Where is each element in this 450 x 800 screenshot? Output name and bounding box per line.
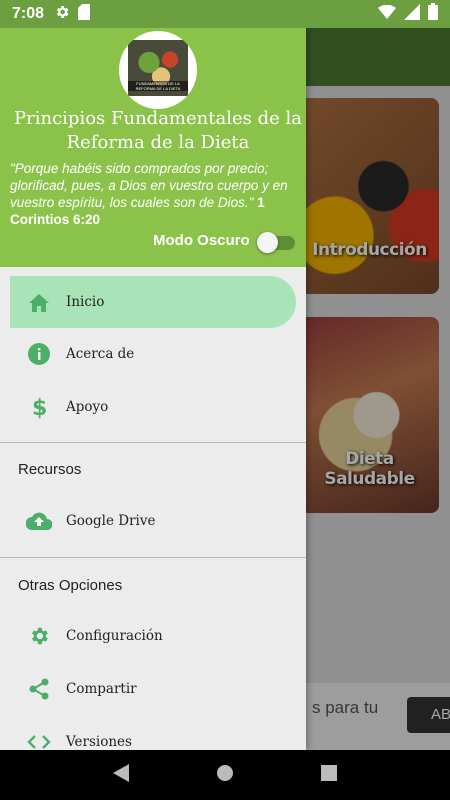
dark-mode-toggle[interactable] [257, 231, 297, 253]
section-title-otras-opciones: Otras Opciones [18, 577, 123, 594]
menu-item-inicio[interactable]: Inicio [10, 276, 296, 328]
system-nav-bar [0, 750, 450, 800]
dark-mode-label: Modo Oscuro [153, 232, 250, 249]
section-title-recursos: Recursos [18, 461, 82, 478]
info-icon [26, 341, 52, 367]
toggle-thumb [257, 232, 278, 253]
menu-item-acerca-de[interactable]: Acerca de [10, 328, 296, 380]
divider [0, 557, 306, 558]
svg-text:$: $ [32, 396, 47, 419]
battery-icon [428, 3, 438, 25]
menu-label: Google Drive [66, 513, 156, 529]
bible-quote: "Porque habéis sido comprados por precio… [10, 160, 300, 228]
home-icon [26, 289, 52, 315]
menu-label: Apoyo [66, 399, 109, 415]
menu-item-google-drive[interactable]: Google Drive [10, 495, 296, 547]
home-circle-icon[interactable] [216, 764, 234, 787]
divider [0, 442, 306, 443]
menu-label: Configuración [66, 628, 163, 644]
sd-card-icon [78, 3, 91, 25]
drawer-header: FUNDAMENTOS DE LA REFORMA DE LA DIETA Pr… [0, 28, 306, 267]
back-icon[interactable] [113, 763, 130, 787]
status-bar: 7:08 [0, 0, 450, 28]
gear-icon [26, 623, 52, 649]
menu-item-configuracion[interactable]: Configuración [10, 610, 296, 662]
dollar-icon: $ [26, 394, 52, 420]
share-icon [26, 676, 52, 702]
menu-item-apoyo[interactable]: $ Apoyo [10, 381, 296, 433]
drawer-title: Principios Fundamentales de la Reforma d… [14, 108, 302, 153]
menu-label: Versiones [66, 734, 132, 750]
quote-text: "Porque habéis sido comprados por precio… [10, 161, 288, 210]
menu-item-compartir[interactable]: Compartir [10, 663, 296, 715]
code-icon [26, 729, 52, 750]
signal-icon [404, 3, 420, 25]
navigation-drawer: FUNDAMENTOS DE LA REFORMA DE LA DIETA Pr… [0, 28, 306, 750]
logo-text: FUNDAMENTOS DE LA REFORMA DE LA DIETA [128, 81, 188, 91]
settings-icon [54, 4, 70, 25]
menu-item-versiones[interactable]: Versiones [10, 716, 296, 750]
wifi-icon [378, 4, 396, 24]
menu-label: Inicio [66, 294, 105, 310]
menu-label: Acerca de [66, 346, 135, 362]
recents-icon[interactable] [320, 764, 337, 786]
menu-label: Compartir [66, 681, 137, 697]
app-logo: FUNDAMENTOS DE LA REFORMA DE LA DIETA [119, 31, 197, 109]
status-time: 7:08 [12, 5, 45, 22]
cloud-upload-icon [26, 508, 52, 534]
